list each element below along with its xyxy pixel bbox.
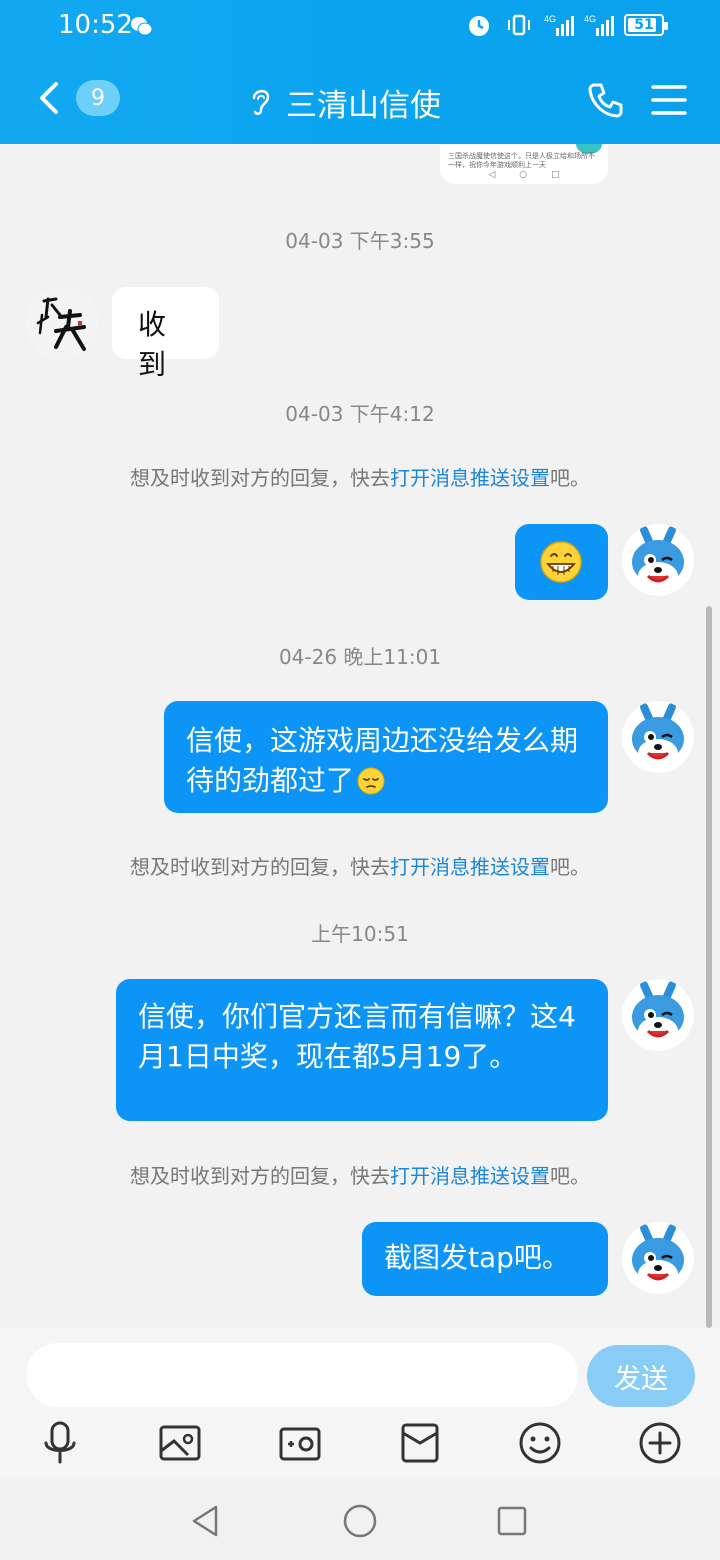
notice-suffix: 吧。 <box>550 855 590 879</box>
message-timestamp: 上午10:51 <box>311 922 409 946</box>
thumb-back-icon: ◁ <box>488 170 496 180</box>
recent-apps-icon[interactable] <box>492 1501 532 1541</box>
svg-text:4G: 4G <box>544 14 556 24</box>
emoji-icon[interactable] <box>518 1419 562 1467</box>
system-navigation-bar <box>0 1479 720 1560</box>
composer-toolbar <box>0 1419 720 1469</box>
unread-count-badge[interactable]: 9 <box>76 80 120 116</box>
thumbnail-text: 三国杀战魔使信使这个。只是人极立给和场所不一样，祝你今年游戏顺利上一天 <box>448 152 595 169</box>
blue-rabbit-avatar-icon <box>622 701 694 773</box>
thumb-recent-icon: □ <box>551 170 560 180</box>
send-button[interactable]: 发送 <box>587 1345 695 1407</box>
push-notice: 想及时收到对方的回复，快去打开消息推送设置吧。 <box>0 1160 720 1189</box>
message-text: 截图发tap吧。 <box>384 1241 570 1274</box>
incoming-message-bubble[interactable]: 收到 <box>112 287 219 381</box>
message-input[interactable] <box>26 1343 578 1407</box>
status-icons: 4G 4G 51 <box>464 12 668 38</box>
thumbnail-nav-bar: ◁ ○ □ <box>440 170 608 180</box>
battery-indicator: 51 <box>624 14 668 36</box>
camera-icon[interactable] <box>278 1419 322 1467</box>
outgoing-message-bubble[interactable]: 信使，这游戏周边还没给发么期待的劲都过了 <box>164 701 608 813</box>
grinning-face-icon <box>540 541 582 583</box>
blue-rabbit-avatar-icon <box>622 1222 694 1294</box>
signal-icon: 4G <box>544 14 574 36</box>
open-push-settings-link[interactable]: 打开消息推送设置 <box>390 466 550 490</box>
outgoing-emoji-bubble[interactable] <box>515 524 608 600</box>
signal-icon-2: 4G <box>584 14 614 36</box>
chat-title: 三清山信使 <box>286 88 441 124</box>
open-push-settings-link[interactable]: 打开消息推送设置 <box>390 855 550 879</box>
notice-text: 想及时收到对方的回复，快去 <box>130 855 390 879</box>
notice-suffix: 吧。 <box>550 1164 590 1188</box>
push-notice: 想及时收到对方的回复，快去打开消息推送设置吧。 <box>0 462 720 491</box>
message-composer: 发送 <box>0 1329 720 1479</box>
microphone-icon[interactable] <box>38 1419 82 1467</box>
message-timestamp: 04-03 下午3:55 <box>285 229 435 253</box>
menu-icon[interactable] <box>650 82 688 118</box>
self-avatar[interactable] <box>622 701 694 773</box>
chat-messages-area[interactable]: 三国杀战魔使信使这个。只是人极立给和场所不一样，祝你今年游戏顺利上一天 ◁ ○ … <box>0 144 720 1329</box>
notice-suffix: 吧。 <box>550 466 590 490</box>
svg-text:4G: 4G <box>584 14 596 24</box>
chat-header: 10:52 4G 4G 51 9 三清山信使 <box>0 0 720 144</box>
contact-avatar[interactable] <box>26 287 98 359</box>
message-text: 收到 <box>138 308 167 381</box>
phone-call-icon[interactable] <box>586 80 626 120</box>
status-bar: 10:52 4G 4G 51 <box>0 0 720 56</box>
message-text: 信使，你们官方还言而有信嘛？这4月1日中奖，现在都5月19了。 <box>138 1000 576 1073</box>
thumb-home-icon: ○ <box>519 170 528 180</box>
pensive-face-icon <box>357 767 385 795</box>
image-icon[interactable] <box>158 1419 202 1467</box>
calligraphy-avatar-icon <box>26 287 98 359</box>
blue-rabbit-avatar-icon <box>622 524 694 596</box>
open-push-settings-link[interactable]: 打开消息推送设置 <box>390 1164 550 1188</box>
red-packet-icon[interactable] <box>398 1419 442 1467</box>
self-avatar[interactable] <box>622 1222 694 1294</box>
back-triangle-icon[interactable] <box>186 1501 226 1541</box>
notice-text: 想及时收到对方的回复，快去 <box>130 1164 390 1188</box>
status-time: 10:52 <box>58 10 133 40</box>
self-avatar[interactable] <box>622 979 694 1051</box>
image-message-thumbnail[interactable]: 三国杀战魔使信使这个。只是人极立给和场所不一样，祝你今年游戏顺利上一天 ◁ ○ … <box>440 144 608 184</box>
vibrate-icon <box>508 14 530 36</box>
outgoing-message-bubble[interactable]: 截图发tap吧。 <box>362 1222 608 1296</box>
push-notice: 想及时收到对方的回复，快去打开消息推送设置吧。 <box>0 851 720 880</box>
home-circle-icon[interactable] <box>340 1501 380 1541</box>
self-avatar[interactable] <box>622 524 694 596</box>
message-timestamp: 04-03 下午4:12 <box>285 402 435 426</box>
ear-icon <box>252 89 270 115</box>
message-timestamp: 04-26 晚上11:01 <box>278 645 442 669</box>
outgoing-message-bubble[interactable]: 信使，你们官方还言而有信嘛？这4月1日中奖，现在都5月19了。 <box>116 979 608 1121</box>
alarm-icon <box>469 16 489 36</box>
wechat-notification-icon <box>131 17 152 36</box>
back-arrow-icon[interactable] <box>30 76 70 120</box>
chat-scrollbar[interactable] <box>706 606 712 1328</box>
notice-text: 想及时收到对方的回复，快去 <box>130 466 390 490</box>
blue-rabbit-avatar-icon <box>622 979 694 1051</box>
plus-icon[interactable] <box>638 1419 682 1467</box>
